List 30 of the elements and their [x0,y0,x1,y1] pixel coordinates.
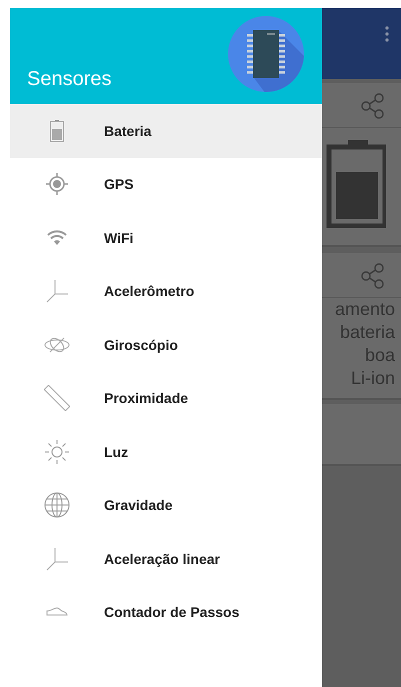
drawer-item[interactable]: Bateria [10,104,322,158]
info-text: amento [334,298,396,321]
share-icon[interactable] [361,93,385,119]
shoe-icon [46,607,68,618]
drawer-title: Sensores [27,68,112,91]
axes-icon [45,546,69,571]
drawer-item[interactable]: WiFi [10,211,322,264]
drawer-item[interactable]: Luz [10,425,322,478]
battery-icon [326,140,386,228]
drawer-item[interactable]: Giroscópio [10,318,322,372]
gyroscope-icon [44,334,70,355]
chip-icon [226,14,306,94]
drawer-item[interactable]: GPS [10,158,322,211]
wifi-icon [47,230,67,246]
sun-icon [45,440,69,464]
battery-icon [50,120,64,142]
drawer-item[interactable]: Acelerômetro [10,264,322,318]
more-icon[interactable] [385,26,389,42]
globe-icon [44,492,70,518]
drawer-item[interactable]: Proximidade [10,372,322,425]
info-text: boa [364,344,396,367]
info-text: bateria [338,321,396,344]
drawer-item[interactable]: Gravidade [10,478,322,532]
axes-icon [45,279,69,304]
drawer-item[interactable]: Aceleração linear [10,532,322,586]
share-icon[interactable] [361,263,385,289]
location-icon [46,173,68,196]
ruler-icon [44,385,70,412]
drawer-item[interactable]: Contador de Passos [10,586,322,639]
info-text: Li-ion [350,367,396,390]
